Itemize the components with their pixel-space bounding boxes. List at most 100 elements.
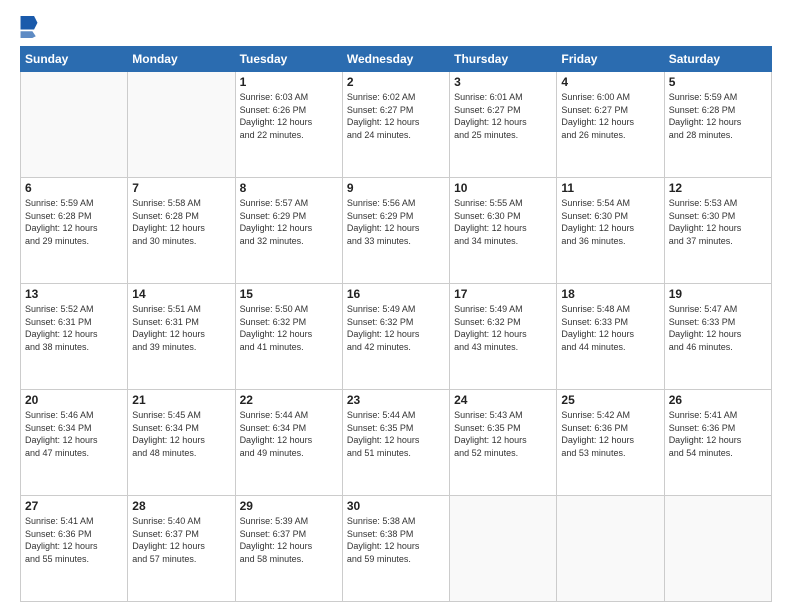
calendar-cell: 14 Sunrise: 5:51 AM Sunset: 6:31 PM Dayli… [128, 284, 235, 390]
cell-info: Sunrise: 5:51 AM Sunset: 6:31 PM Dayligh… [132, 303, 230, 353]
calendar-table: SundayMondayTuesdayWednesdayThursdayFrid… [20, 46, 772, 602]
calendar-cell: 19 Sunrise: 5:47 AM Sunset: 6:33 PM Dayli… [664, 284, 771, 390]
page: SundayMondayTuesdayWednesdayThursdayFrid… [0, 0, 792, 612]
calendar-cell [21, 72, 128, 178]
cell-info: Sunrise: 5:49 AM Sunset: 6:32 PM Dayligh… [454, 303, 552, 353]
cell-info: Sunrise: 5:59 AM Sunset: 6:28 PM Dayligh… [669, 91, 767, 141]
calendar-week-row: 20 Sunrise: 5:46 AM Sunset: 6:34 PM Dayli… [21, 390, 772, 496]
cell-info: Sunrise: 6:02 AM Sunset: 6:27 PM Dayligh… [347, 91, 445, 141]
cell-info: Sunrise: 5:44 AM Sunset: 6:35 PM Dayligh… [347, 409, 445, 459]
cell-info: Sunrise: 5:50 AM Sunset: 6:32 PM Dayligh… [240, 303, 338, 353]
day-number: 5 [669, 75, 767, 89]
calendar-day-header: Thursday [450, 47, 557, 72]
day-number: 8 [240, 181, 338, 195]
calendar-day-header: Tuesday [235, 47, 342, 72]
day-number: 28 [132, 499, 230, 513]
calendar-week-row: 13 Sunrise: 5:52 AM Sunset: 6:31 PM Dayli… [21, 284, 772, 390]
calendar-cell: 26Sunrise: 5:41 AM Sunset: 6:36 PM Dayli… [664, 390, 771, 496]
day-number: 29 [240, 499, 338, 513]
day-number: 30 [347, 499, 445, 513]
calendar-cell: 25 Sunrise: 5:42 AM Sunset: 6:36 PM Dayli… [557, 390, 664, 496]
cell-info: Sunrise: 5:58 AM Sunset: 6:28 PM Dayligh… [132, 197, 230, 247]
cell-info: Sunrise: 5:47 AM Sunset: 6:33 PM Dayligh… [669, 303, 767, 353]
calendar-cell [664, 496, 771, 602]
day-number: 6 [25, 181, 123, 195]
day-number: 11 [561, 181, 659, 195]
calendar-week-row: 6 Sunrise: 5:59 AM Sunset: 6:28 PM Daylig… [21, 178, 772, 284]
calendar-cell: 29Sunrise: 5:39 AM Sunset: 6:37 PM Dayli… [235, 496, 342, 602]
day-number: 19 [669, 287, 767, 301]
calendar-cell: 11 Sunrise: 5:54 AM Sunset: 6:30 PM Dayli… [557, 178, 664, 284]
calendar-day-header: Saturday [664, 47, 771, 72]
calendar-cell: 24Sunrise: 5:43 AM Sunset: 6:35 PM Dayli… [450, 390, 557, 496]
cell-info: Sunrise: 5:43 AM Sunset: 6:35 PM Dayligh… [454, 409, 552, 459]
calendar-day-header: Wednesday [342, 47, 449, 72]
calendar-cell: 10 Sunrise: 5:55 AM Sunset: 6:30 PM Dayli… [450, 178, 557, 284]
calendar-cell: 9 Sunrise: 5:56 AM Sunset: 6:29 PM Daylig… [342, 178, 449, 284]
calendar-header-row: SundayMondayTuesdayWednesdayThursdayFrid… [21, 47, 772, 72]
calendar-cell: 2 Sunrise: 6:02 AM Sunset: 6:27 PM Daylig… [342, 72, 449, 178]
day-number: 26 [669, 393, 767, 407]
cell-info: Sunrise: 6:00 AM Sunset: 6:27 PM Dayligh… [561, 91, 659, 141]
day-number: 9 [347, 181, 445, 195]
day-number: 7 [132, 181, 230, 195]
calendar-cell: 12Sunrise: 5:53 AM Sunset: 6:30 PM Dayli… [664, 178, 771, 284]
day-number: 21 [132, 393, 230, 407]
calendar-week-row: 27 Sunrise: 5:41 AM Sunset: 6:36 PM Dayli… [21, 496, 772, 602]
calendar-cell: 15Sunrise: 5:50 AM Sunset: 6:32 PM Dayli… [235, 284, 342, 390]
calendar-cell: 3 Sunrise: 6:01 AM Sunset: 6:27 PM Daylig… [450, 72, 557, 178]
calendar-week-row: 1 Sunrise: 6:03 AM Sunset: 6:26 PM Daylig… [21, 72, 772, 178]
day-number: 20 [25, 393, 123, 407]
calendar-cell: 21 Sunrise: 5:45 AM Sunset: 6:34 PM Dayli… [128, 390, 235, 496]
calendar-cell: 6 Sunrise: 5:59 AM Sunset: 6:28 PM Daylig… [21, 178, 128, 284]
calendar-cell [557, 496, 664, 602]
cell-info: Sunrise: 5:52 AM Sunset: 6:31 PM Dayligh… [25, 303, 123, 353]
calendar-cell: 23 Sunrise: 5:44 AM Sunset: 6:35 PM Dayli… [342, 390, 449, 496]
cell-info: Sunrise: 5:40 AM Sunset: 6:37 PM Dayligh… [132, 515, 230, 565]
calendar-cell: 8 Sunrise: 5:57 AM Sunset: 6:29 PM Daylig… [235, 178, 342, 284]
day-number: 10 [454, 181, 552, 195]
day-number: 13 [25, 287, 123, 301]
cell-info: Sunrise: 5:57 AM Sunset: 6:29 PM Dayligh… [240, 197, 338, 247]
calendar-cell: 17 Sunrise: 5:49 AM Sunset: 6:32 PM Dayli… [450, 284, 557, 390]
day-number: 17 [454, 287, 552, 301]
logo-icon [20, 16, 38, 38]
day-number: 4 [561, 75, 659, 89]
calendar-day-header: Monday [128, 47, 235, 72]
calendar-cell: 30 Sunrise: 5:38 AM Sunset: 6:38 PM Dayli… [342, 496, 449, 602]
cell-info: Sunrise: 5:59 AM Sunset: 6:28 PM Dayligh… [25, 197, 123, 247]
day-number: 3 [454, 75, 552, 89]
cell-info: Sunrise: 5:45 AM Sunset: 6:34 PM Dayligh… [132, 409, 230, 459]
calendar-day-header: Friday [557, 47, 664, 72]
day-number: 1 [240, 75, 338, 89]
day-number: 25 [561, 393, 659, 407]
day-number: 18 [561, 287, 659, 301]
calendar-cell: 20 Sunrise: 5:46 AM Sunset: 6:34 PM Dayli… [21, 390, 128, 496]
calendar-day-header: Sunday [21, 47, 128, 72]
calendar-cell: 4 Sunrise: 6:00 AM Sunset: 6:27 PM Daylig… [557, 72, 664, 178]
day-number: 12 [669, 181, 767, 195]
day-number: 16 [347, 287, 445, 301]
calendar-cell: 28 Sunrise: 5:40 AM Sunset: 6:37 PM Dayli… [128, 496, 235, 602]
calendar-cell: 7 Sunrise: 5:58 AM Sunset: 6:28 PM Daylig… [128, 178, 235, 284]
calendar-cell: 1 Sunrise: 6:03 AM Sunset: 6:26 PM Daylig… [235, 72, 342, 178]
cell-info: Sunrise: 6:01 AM Sunset: 6:27 PM Dayligh… [454, 91, 552, 141]
calendar-cell: 5 Sunrise: 5:59 AM Sunset: 6:28 PM Daylig… [664, 72, 771, 178]
day-number: 2 [347, 75, 445, 89]
cell-info: Sunrise: 5:46 AM Sunset: 6:34 PM Dayligh… [25, 409, 123, 459]
cell-info: Sunrise: 5:42 AM Sunset: 6:36 PM Dayligh… [561, 409, 659, 459]
cell-info: Sunrise: 5:38 AM Sunset: 6:38 PM Dayligh… [347, 515, 445, 565]
cell-info: Sunrise: 5:55 AM Sunset: 6:30 PM Dayligh… [454, 197, 552, 247]
cell-info: Sunrise: 5:56 AM Sunset: 6:29 PM Dayligh… [347, 197, 445, 247]
calendar-cell: 18Sunrise: 5:48 AM Sunset: 6:33 PM Dayli… [557, 284, 664, 390]
day-number: 27 [25, 499, 123, 513]
cell-info: Sunrise: 5:44 AM Sunset: 6:34 PM Dayligh… [240, 409, 338, 459]
day-number: 23 [347, 393, 445, 407]
cell-info: Sunrise: 6:03 AM Sunset: 6:26 PM Dayligh… [240, 91, 338, 141]
calendar-cell [128, 72, 235, 178]
cell-info: Sunrise: 5:41 AM Sunset: 6:36 PM Dayligh… [25, 515, 123, 565]
cell-info: Sunrise: 5:54 AM Sunset: 6:30 PM Dayligh… [561, 197, 659, 247]
day-number: 14 [132, 287, 230, 301]
calendar-cell: 16Sunrise: 5:49 AM Sunset: 6:32 PM Dayli… [342, 284, 449, 390]
calendar-cell: 22Sunrise: 5:44 AM Sunset: 6:34 PM Dayli… [235, 390, 342, 496]
